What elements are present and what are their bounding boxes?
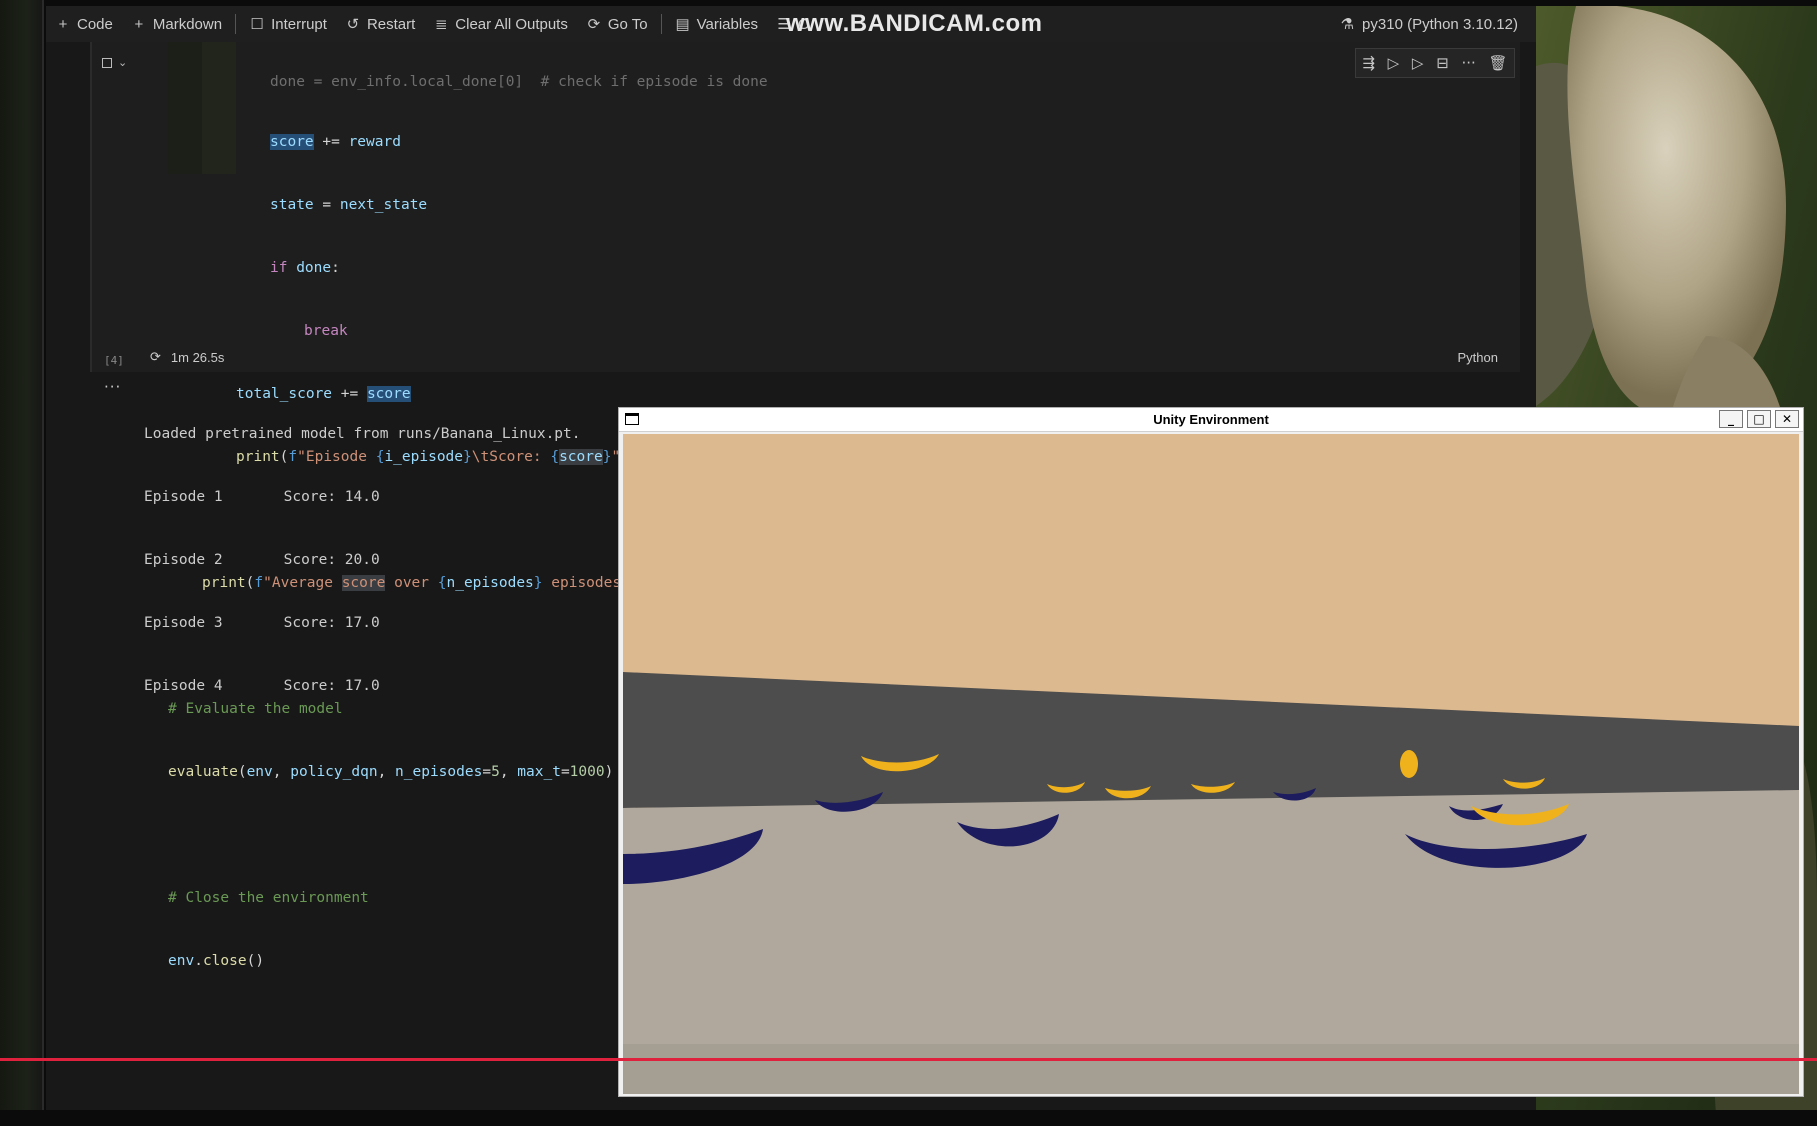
plus-icon: + [58, 15, 68, 33]
split-cell-icon[interactable]: ⊟ [1436, 54, 1449, 72]
maximize-button[interactable]: □ [1747, 410, 1771, 428]
cell-output: Loaded pretrained model from runs/Banana… [144, 382, 581, 739]
execute-above-icon[interactable]: ▷ [1388, 54, 1400, 72]
close-icon: ✕ [1781, 412, 1793, 426]
floor-shadow [623, 1044, 1799, 1094]
window-titlebar[interactable]: Unity Environment _ □ ✕ [619, 408, 1803, 432]
output-line: Episode 1 Score: 14.0 [144, 489, 380, 505]
execution-count: [4] [104, 354, 124, 367]
output-line: Loaded pretrained model from runs/Banana… [144, 426, 581, 442]
cell-select-icon [102, 57, 112, 68]
chevron-down-icon: ⌄ [118, 56, 128, 69]
minimize-icon: _ [1728, 412, 1734, 426]
recording-progress-line [0, 1058, 1817, 1061]
unity-scene-viewport [623, 434, 1799, 1094]
left-strip [0, 0, 44, 1110]
more-actions-icon[interactable]: ··· [1461, 54, 1475, 72]
window-title: Unity Environment [1153, 412, 1269, 427]
code-line: score += reward [270, 134, 401, 150]
cell-focus-border [90, 42, 92, 372]
code-line: state = next_state [270, 197, 428, 213]
add-code-button[interactable]: + Code [46, 6, 122, 42]
plus-icon: + [134, 15, 144, 33]
refresh-icon: ⟳ [150, 349, 161, 364]
code-line: break [304, 323, 348, 339]
bottom-bar [0, 1110, 1817, 1126]
unity-environment-window[interactable]: Unity Environment _ □ ✕ [618, 407, 1804, 1097]
close-button[interactable]: ✕ [1775, 410, 1799, 428]
code-line: if done: [270, 260, 340, 276]
minimize-button[interactable]: _ [1719, 410, 1743, 428]
code-cell[interactable]: ⌄ done = env_info.local_done[0] # check … [90, 42, 1573, 969]
output-actions-icon[interactable]: ··· [104, 378, 121, 396]
output-line: Episode 4 Score: 17.0 [144, 678, 380, 694]
yellow-banana [1400, 750, 1418, 778]
output-line: Episode 3 Score: 17.0 [144, 615, 380, 631]
maximize-icon: □ [1753, 412, 1765, 426]
kernel-icon: ⚗ [1340, 16, 1355, 33]
kernel-picker[interactable]: ⚗ py310 (Python 3.10.12) [1341, 6, 1518, 42]
cell-language[interactable]: Python [1458, 350, 1498, 365]
execution-status: ⟳ 1m 26.5s [150, 349, 225, 365]
output-line: Episode 2 Score: 20.0 [144, 552, 380, 568]
execute-below-icon[interactable]: ▷ [1412, 54, 1424, 72]
cell-collapse-toggle[interactable]: ⌄ [102, 56, 127, 69]
code-line: done = env_info.local_done[0] # check if… [270, 74, 768, 90]
cell-toolbar: ⇶ ▷ ▷ ⊟ ··· 🗑 [1355, 48, 1515, 78]
delete-cell-icon[interactable]: 🗑 [1489, 54, 1508, 72]
run-by-line-icon[interactable]: ⇶ [1362, 54, 1375, 72]
